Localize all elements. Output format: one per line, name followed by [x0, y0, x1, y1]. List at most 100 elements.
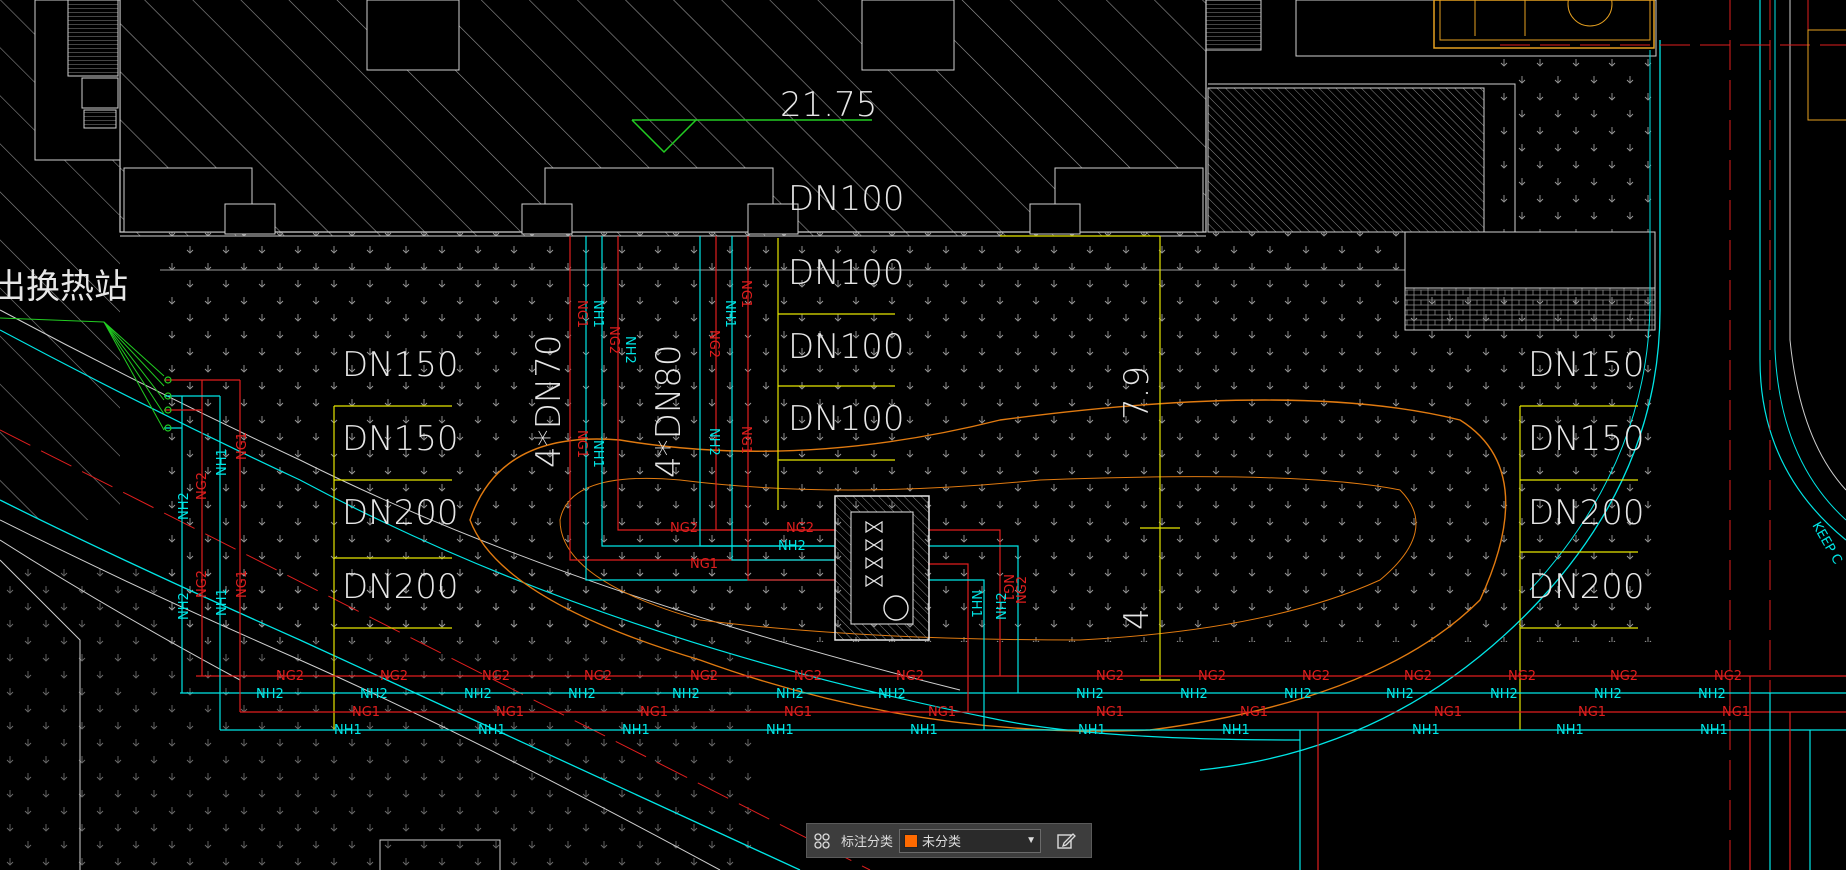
- tag-ng2: NG2: [195, 472, 210, 500]
- pipe-size-right-3: DN200: [1528, 493, 1645, 533]
- annotation-category-label: 标注分类: [841, 834, 894, 849]
- pipe-size-right-1: DN150: [1528, 345, 1645, 385]
- keep-text: KEEP C: [1809, 520, 1845, 567]
- pipe-size-top-2: DN100: [788, 253, 905, 293]
- tag-ng2: NG2: [380, 669, 408, 684]
- tag-ng1: NG1: [738, 426, 753, 454]
- tag-ng1: NG1: [1434, 705, 1462, 720]
- tag-ng2: NG2: [896, 669, 924, 684]
- tag-nh2: NH2: [672, 687, 700, 702]
- tag-nh2: NH2: [1698, 687, 1726, 702]
- tag-nh1: NH1: [622, 723, 650, 738]
- pipe-size-top-4: DN100: [788, 399, 905, 439]
- tag-ng1: NG1: [640, 705, 668, 720]
- tag-ng2: NG2: [606, 326, 621, 354]
- tag-ng1: NG1: [928, 705, 956, 720]
- tag-ng2: NG2: [276, 669, 304, 684]
- pipe-size-top-1: DN100: [788, 179, 905, 219]
- tag-ng2: NG2: [1096, 669, 1124, 684]
- tag-ng2: NG2: [1610, 669, 1638, 684]
- annotation-toolbar: 标注分类 未分类 ▼: [806, 823, 1092, 858]
- elevation-text: 21.75: [780, 85, 877, 125]
- chevron-down-icon: ▼: [1026, 835, 1037, 846]
- tag-nh2: NH2: [995, 592, 1010, 620]
- tag-nh1: NH1: [766, 723, 794, 738]
- building-left: [0, 0, 121, 520]
- tag-nh1: NH1: [590, 440, 605, 468]
- tag-nh1: NH1: [1700, 723, 1728, 738]
- tag-nh2: NH2: [1594, 687, 1622, 702]
- tag-nh2: NH2: [256, 687, 284, 702]
- tag-ng2: NG2: [1714, 669, 1742, 684]
- tag-ng2: NG2: [706, 330, 721, 358]
- tag-nh2: NH2: [1284, 687, 1312, 702]
- bundle-dn80: 4*DN80: [649, 344, 689, 478]
- pipe-size-right-2: DN150: [1528, 419, 1645, 459]
- tag-nh1: NH1: [968, 590, 983, 618]
- tag-ng2: NG2: [794, 669, 822, 684]
- tag-ng2: NG2: [1302, 669, 1330, 684]
- tag-ng1: NG1: [574, 300, 589, 328]
- tag-ng1: NG1: [784, 705, 812, 720]
- tag-nh2: NH2: [1386, 687, 1414, 702]
- valve-chamber: [834, 495, 930, 641]
- tag-nh2: NH2: [778, 539, 806, 554]
- tag-nh2: NH2: [360, 687, 388, 702]
- tag-ng1: NG1: [574, 430, 589, 458]
- tag-ng1: NG1: [738, 280, 753, 308]
- tag-nh2: NH2: [464, 687, 492, 702]
- tag-nh2: NH2: [622, 336, 637, 364]
- pipe-size-top-3: DN100: [788, 327, 905, 367]
- tag-nh1: NH1: [910, 723, 938, 738]
- pipe-size-left-1: DN150: [342, 345, 459, 385]
- tag-ng1: NG1: [235, 570, 250, 598]
- tag-nh1: NH1: [215, 448, 230, 476]
- pipe-size-left-3: DN200: [342, 493, 459, 533]
- grid-icon[interactable]: [813, 832, 831, 850]
- bundle-dn70: 4*DN70: [529, 334, 569, 468]
- tag-ng2: NG2: [1404, 669, 1432, 684]
- tag-ng2: NG2: [670, 521, 698, 536]
- tag-ng1: NG1: [1722, 705, 1750, 720]
- tag-ng1: NG1: [235, 432, 250, 460]
- tag-ng1: NG1: [1096, 705, 1124, 720]
- tag-nh1: NH1: [215, 588, 230, 616]
- tag-nh2: NH2: [1076, 687, 1104, 702]
- tag-nh1: NH1: [1556, 723, 1584, 738]
- station-label: 出换热站: [0, 267, 128, 307]
- tag-ng2: NG2: [786, 521, 814, 536]
- pipe-size-left-2: DN150: [342, 419, 459, 459]
- category-color-swatch: [904, 833, 919, 848]
- tag-ng1: NG1: [496, 705, 524, 720]
- tag-ng2: NG2: [1015, 576, 1030, 604]
- dim-vertical-1: 7.9: [1117, 366, 1157, 420]
- tag-nh2: NH2: [776, 687, 804, 702]
- edit-icon[interactable]: [1055, 830, 1077, 852]
- tag-nh1: NH1: [590, 300, 605, 328]
- tag-ng1: NG1: [1578, 705, 1606, 720]
- tag-ng1: NG1: [1240, 705, 1268, 720]
- category-select-value: 未分类: [922, 834, 962, 849]
- dim-vertical-2: 4: [1117, 608, 1157, 630]
- tag-nh1: NH1: [1078, 723, 1106, 738]
- tag-nh1: NH1: [722, 300, 737, 328]
- cad-canvas[interactable]: KEEP C 21.75 出换热站 DN100 DN100 DN100 DN10…: [0, 0, 1846, 870]
- tag-nh1: NH1: [334, 723, 362, 738]
- tag-nh2: NH2: [1180, 687, 1208, 702]
- tag-nh2: NH2: [1490, 687, 1518, 702]
- tag-ng2: NG2: [690, 669, 718, 684]
- pipe-size-left-4: DN200: [342, 567, 459, 607]
- tag-ng2: NG2: [584, 669, 612, 684]
- tag-nh2: NH2: [177, 492, 192, 520]
- tag-nh1: NH1: [1412, 723, 1440, 738]
- tag-ng2: NG2: [1508, 669, 1536, 684]
- tag-ng2: NG2: [195, 570, 210, 598]
- tag-ng2: NG2: [1198, 669, 1226, 684]
- tag-nh2: NH2: [706, 428, 721, 456]
- tag-nh2: NH2: [568, 687, 596, 702]
- tag-nh1: NH1: [478, 723, 506, 738]
- pipe-size-right-4: DN200: [1528, 567, 1645, 607]
- tag-ng1: NG1: [690, 557, 718, 572]
- tag-nh2: NH2: [878, 687, 906, 702]
- category-select[interactable]: 未分类 ▼: [899, 828, 1042, 853]
